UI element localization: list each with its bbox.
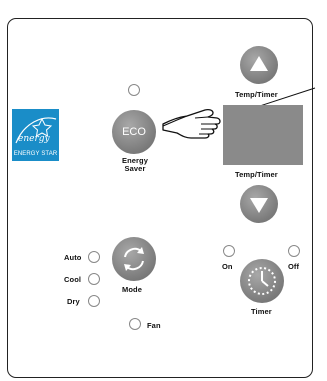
auto-label: Auto xyxy=(64,253,82,262)
timer-on-led xyxy=(223,245,235,257)
temperature-display xyxy=(223,105,303,165)
cool-label: Cool xyxy=(64,275,82,284)
energy-saver-label: Energy Saver xyxy=(117,157,153,173)
timer-on-label: On xyxy=(222,262,233,271)
eco-button[interactable]: ECO xyxy=(112,110,156,154)
triangle-up-icon xyxy=(250,56,268,71)
temp-timer-up-button[interactable] xyxy=(240,46,278,84)
temp-timer-up-label: Temp/Timer xyxy=(235,90,278,99)
fan-label: Fan xyxy=(147,321,161,330)
cycle-arrows-icon xyxy=(124,247,144,271)
eco-button-label: ECO xyxy=(122,126,146,138)
cool-led xyxy=(88,273,100,285)
mode-label: Mode xyxy=(122,285,142,294)
triangle-down-icon xyxy=(250,198,268,213)
eco-led xyxy=(128,84,140,96)
timer-button[interactable] xyxy=(240,259,284,303)
pointing-hand-icon xyxy=(162,108,221,139)
fan-led xyxy=(129,318,141,330)
temp-timer-down-button[interactable] xyxy=(240,185,278,223)
timer-off-label: Off xyxy=(288,262,300,271)
dry-led xyxy=(88,295,100,307)
energy-star-script: energy xyxy=(18,134,51,144)
auto-led xyxy=(88,251,100,263)
temp-timer-down-label: Temp/Timer xyxy=(235,170,278,179)
timer-off-led xyxy=(288,245,300,257)
energy-saver-line2: Saver xyxy=(124,164,146,173)
energy-star-icon: energy xyxy=(15,117,57,144)
timer-label: Timer xyxy=(251,307,272,316)
dry-label: Dry xyxy=(67,297,80,306)
clock-icon xyxy=(248,267,276,295)
mode-button[interactable] xyxy=(112,237,156,281)
energy-star-caption: ENERGY STAR xyxy=(13,151,58,157)
